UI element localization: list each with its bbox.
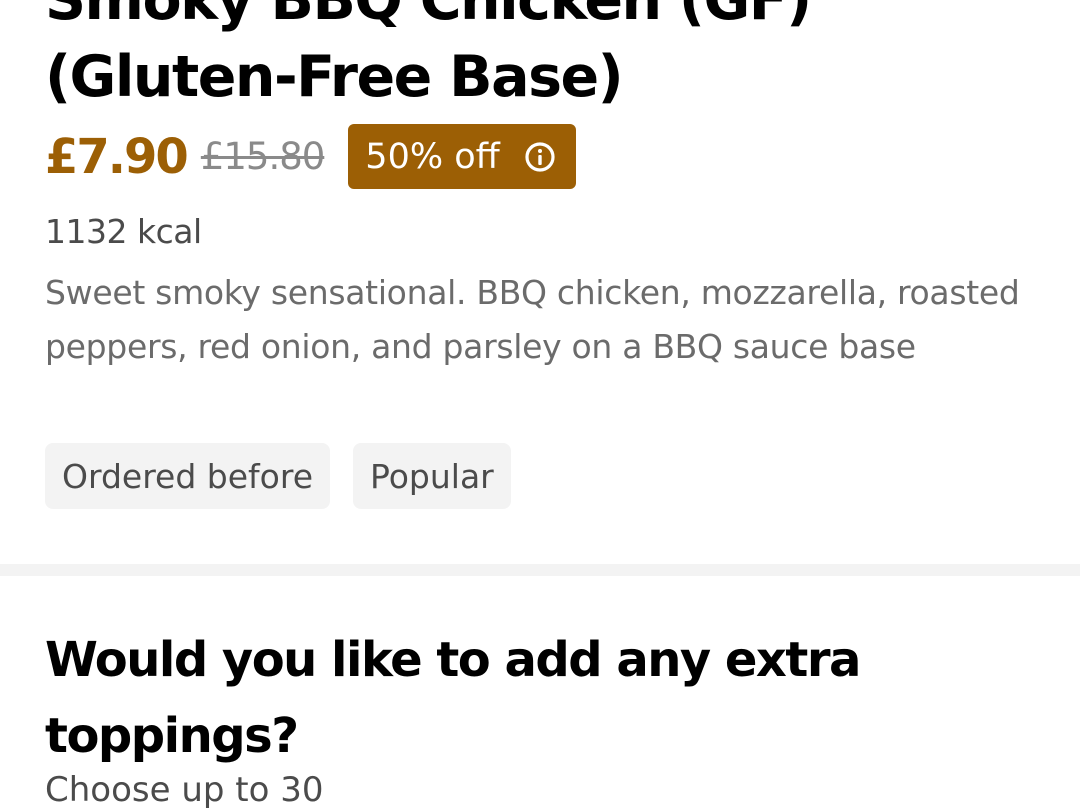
item-title-line-2: (Gluten-Free Base): [45, 44, 624, 110]
section-divider: [0, 564, 1080, 576]
price-row: £7.90 £15.80 50% off: [45, 124, 577, 189]
extra-toppings-subtitle: Choose up to 30: [45, 770, 324, 808]
original-price: £15.80: [200, 135, 325, 178]
item-detail-page: Smoky BBQ Chicken (GF) (Gluten-Free Base…: [0, 0, 1080, 808]
calories: 1132 kcal: [45, 212, 202, 251]
extra-toppings-title-line-1: Would you like to add any extra: [45, 632, 861, 688]
extra-toppings-title: Would you like to add any extra toppings…: [45, 622, 1025, 774]
item-title: Smoky BBQ Chicken (GF) (Gluten-Free Base…: [45, 0, 1045, 116]
discount-badge[interactable]: 50% off: [348, 124, 577, 189]
extra-toppings-title-line-2: toppings?: [45, 708, 299, 764]
info-icon[interactable]: [524, 141, 556, 173]
discount-label: 50% off: [365, 136, 500, 177]
item-tags: Ordered before Popular: [45, 443, 511, 509]
tag-popular: Popular: [353, 443, 511, 509]
item-title-line-1: Smoky BBQ Chicken (GF): [45, 0, 812, 33]
current-price: £7.90: [45, 128, 189, 185]
item-description: Sweet smoky sensational. BBQ chicken, mo…: [45, 273, 1020, 366]
tag-ordered-before: Ordered before: [45, 443, 330, 509]
